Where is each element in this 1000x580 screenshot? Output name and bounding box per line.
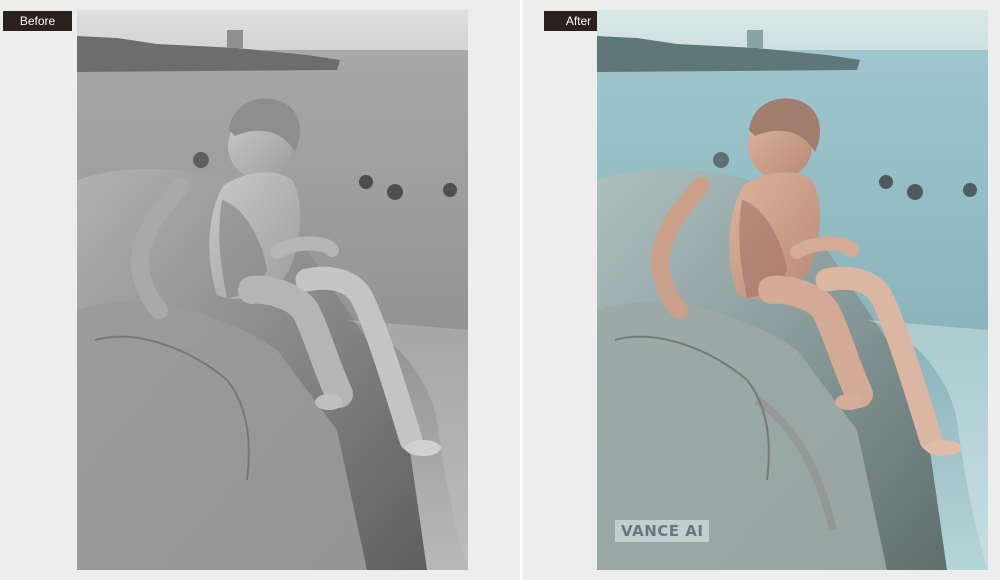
pier-building xyxy=(227,30,243,48)
swimmer xyxy=(193,152,209,168)
swimmer xyxy=(387,184,403,200)
vanceai-watermark: VANCE AI xyxy=(615,520,710,542)
before-photo-illustration xyxy=(77,10,468,570)
pier-building xyxy=(747,30,763,48)
child-foot-right xyxy=(405,440,441,456)
comparison-stage: Before After VANCE AI xyxy=(0,0,1000,580)
after-photo: VANCE AI xyxy=(597,10,988,570)
swimmer xyxy=(907,184,923,200)
swimmer xyxy=(443,183,457,197)
child-foot-left xyxy=(315,394,343,410)
swimmer xyxy=(713,152,729,168)
after-photo-illustration xyxy=(597,10,988,570)
swimmer xyxy=(963,183,977,197)
swimmer xyxy=(879,175,893,189)
before-photo xyxy=(77,10,468,570)
after-panel: After VANCE AI xyxy=(522,0,1000,580)
swimmer xyxy=(359,175,373,189)
child-foot-left xyxy=(835,394,863,410)
before-panel: Before xyxy=(0,0,520,580)
child-foot-right xyxy=(925,440,961,456)
before-label: Before xyxy=(3,11,72,31)
